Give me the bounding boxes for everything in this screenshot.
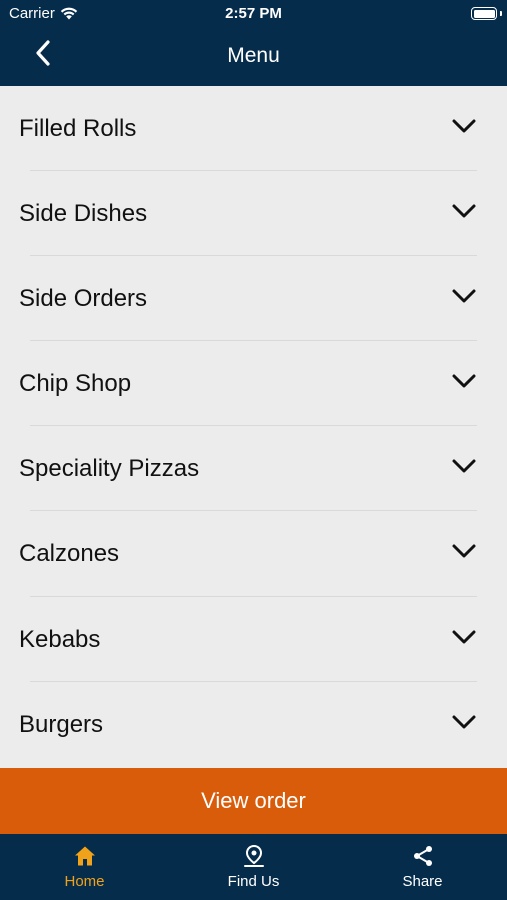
status-time: 2:57 PM — [225, 5, 282, 22]
menu-category-filled-rolls[interactable]: Filled Rolls — [0, 86, 507, 172]
menu-category-label: Side Orders — [19, 285, 148, 313]
home-icon — [74, 846, 95, 866]
chevron-down-icon — [452, 119, 476, 133]
share-icon — [413, 846, 432, 866]
menu-category-label: Speciality Pizzas — [19, 455, 200, 483]
menu-category-label: Kebabs — [19, 625, 101, 653]
page-title: Menu — [227, 44, 280, 67]
battery-icon — [471, 7, 497, 20]
menu-category-side-dishes[interactable]: Side Dishes — [0, 171, 507, 257]
menu-category-calzones[interactable]: Calzones — [0, 511, 507, 597]
app-header: Carrier 2:57 PM Menu — [0, 0, 507, 86]
chevron-down-icon — [452, 289, 476, 303]
menu-category-burgers[interactable]: Burgers — [0, 682, 507, 767]
status-bar: Carrier 2:57 PM — [0, 0, 507, 28]
menu-category-label: Calzones — [19, 540, 120, 568]
location-pin-icon — [243, 844, 264, 867]
menu-category-label: Chip Shop — [19, 370, 132, 398]
menu-category-label: Side Dishes — [19, 200, 148, 228]
chevron-down-icon — [452, 459, 476, 473]
menu-category-list: Filled Rolls Side Dishes Side Orders Chi… — [0, 86, 507, 768]
view-order-button[interactable]: View order — [0, 768, 507, 834]
chevron-down-icon — [452, 204, 476, 218]
tab-home[interactable]: Home — [0, 834, 169, 900]
tab-label: Share — [402, 873, 443, 890]
menu-category-speciality-pizzas[interactable]: Speciality Pizzas — [0, 426, 507, 512]
chevron-down-icon — [452, 374, 476, 388]
menu-category-label: Filled Rolls — [19, 115, 137, 142]
chevron-down-icon — [452, 715, 476, 729]
menu-category-chip-shop[interactable]: Chip Shop — [0, 341, 507, 427]
chevron-left-icon — [36, 40, 50, 66]
tab-bar: Home Find Us Share — [0, 834, 507, 900]
nav-bar: Menu — [0, 28, 507, 86]
battery-tip — [500, 11, 502, 16]
menu-category-label: Burgers — [19, 710, 104, 738]
tab-share[interactable]: Share — [338, 834, 507, 900]
chevron-down-icon — [452, 630, 476, 644]
tab-label: Find Us — [227, 873, 280, 890]
tab-find-us[interactable]: Find Us — [169, 834, 338, 900]
tab-label: Home — [64, 873, 105, 890]
chevron-down-icon — [452, 544, 476, 558]
back-button[interactable] — [32, 38, 60, 70]
menu-category-side-orders[interactable]: Side Orders — [0, 256, 507, 342]
menu-category-kebabs[interactable]: Kebabs — [0, 597, 507, 682]
